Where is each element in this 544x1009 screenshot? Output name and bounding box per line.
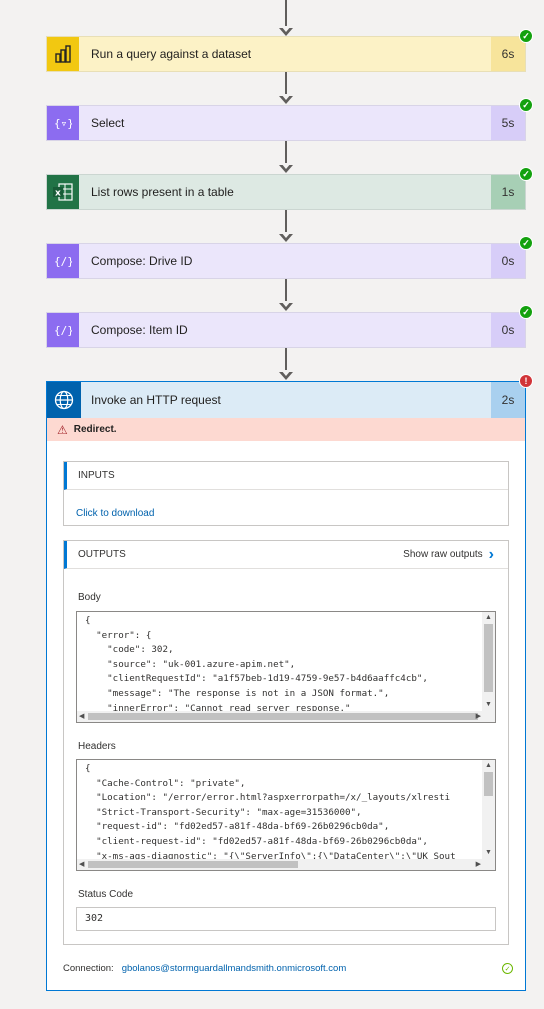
- outputs-section: OUTPUTS Show raw outputs › Body { "error"…: [63, 540, 509, 945]
- vertical-scrollbar[interactable]: ▲ ▼: [482, 760, 495, 870]
- warning-text: Redirect.: [73, 424, 117, 435]
- step-title: Run a query against a dataset: [91, 47, 252, 61]
- arrow-icon: [279, 232, 293, 242]
- body-code-box[interactable]: { "error": { "code": 302, "source": "uk-…: [76, 611, 496, 723]
- connection-ok-icon: ✓: [502, 963, 513, 974]
- show-raw-label: Show raw outputs: [403, 549, 483, 560]
- step-duration: 0s: [491, 313, 525, 347]
- headers-code: { "Cache-Control": "private", "Location"…: [85, 763, 456, 870]
- power-bi-icon: [47, 37, 79, 71]
- headers-label: Headers: [78, 741, 116, 752]
- step-title: Compose: Item ID: [91, 323, 188, 337]
- step-run-query[interactable]: Run a query against a dataset 6s ✓: [46, 29, 533, 72]
- warning-icon: ⚠: [57, 422, 68, 437]
- step-duration: 6s: [491, 37, 525, 71]
- headers-code-box[interactable]: { "Cache-Control": "private", "Location"…: [76, 759, 496, 871]
- step-duration: 5s: [491, 106, 525, 140]
- connection-label: Connection:: [63, 963, 114, 974]
- step-select[interactable]: {▿} Select 5s ✓: [46, 98, 533, 141]
- success-check-icon: ✓: [519, 98, 533, 112]
- step-title: Select: [91, 116, 125, 130]
- svg-text:x: x: [55, 189, 61, 199]
- connection-row: Connection: gbolanos@stormguardallmandsm…: [63, 963, 513, 974]
- arrow-icon: [279, 163, 293, 173]
- error-icon: !: [519, 374, 533, 388]
- svg-text:{∕}: {∕}: [54, 255, 72, 268]
- arrow-icon: [279, 370, 293, 380]
- vertical-scrollbar[interactable]: ▲ ▼: [482, 612, 495, 722]
- status-code-label: Status Code: [78, 889, 134, 900]
- inputs-header: INPUTS: [64, 462, 508, 490]
- horizontal-scrollbar[interactable]: ◀ ▶: [77, 859, 495, 870]
- step-duration: 1s: [491, 175, 525, 209]
- globe-icon: [47, 382, 81, 418]
- success-check-icon: ✓: [519, 29, 533, 43]
- step-title: Compose: Drive ID: [91, 254, 193, 268]
- inputs-label: INPUTS: [78, 470, 115, 481]
- warning-bar: ⚠ Redirect.: [47, 418, 525, 441]
- show-raw-outputs-button[interactable]: Show raw outputs ›: [403, 546, 508, 564]
- success-check-icon: ✓: [519, 167, 533, 181]
- excel-icon: x: [47, 175, 79, 209]
- svg-text:{▿}: {▿}: [54, 117, 72, 130]
- step-compose-item-id[interactable]: {∕} Compose: Item ID 0s ✓: [46, 305, 533, 348]
- http-request-card: Invoke an HTTP request 2s ! ⚠ Redirect. …: [46, 374, 533, 991]
- compose-icon: {∕}: [47, 313, 79, 347]
- step-list-rows[interactable]: x List rows present in a table 1s ✓: [46, 167, 533, 210]
- step-title: List rows present in a table: [91, 185, 234, 199]
- download-link[interactable]: Click to download: [76, 508, 154, 519]
- success-check-icon: ✓: [519, 236, 533, 250]
- svg-text:{∕}: {∕}: [54, 324, 72, 337]
- step-compose-drive-id[interactable]: {∕} Compose: Drive ID 0s ✓: [46, 236, 533, 279]
- compose-icon: {∕}: [47, 244, 79, 278]
- step-duration: 0s: [491, 244, 525, 278]
- data-operation-icon: {▿}: [47, 106, 79, 140]
- arrow-icon: [279, 301, 293, 311]
- inputs-section: INPUTS Click to download: [63, 461, 509, 526]
- chevron-right-icon: ›: [488, 545, 494, 563]
- arrow-icon: [279, 26, 293, 36]
- http-card-header[interactable]: Invoke an HTTP request 2s !: [47, 374, 533, 418]
- arrow-icon: [279, 94, 293, 104]
- connection-account[interactable]: gbolanos@stormguardallmandsmith.onmicros…: [122, 963, 347, 974]
- outputs-header: OUTPUTS Show raw outputs ›: [64, 541, 508, 569]
- step-title: Invoke an HTTP request: [91, 393, 221, 407]
- success-check-icon: ✓: [519, 305, 533, 319]
- status-code-value: 302: [76, 907, 496, 931]
- body-label: Body: [78, 592, 101, 603]
- body-code: { "error": { "code": 302, "source": "uk-…: [85, 615, 428, 722]
- step-duration: 2s: [491, 382, 525, 418]
- horizontal-scrollbar[interactable]: ◀ ▶: [77, 711, 495, 722]
- outputs-label: OUTPUTS: [78, 549, 126, 560]
